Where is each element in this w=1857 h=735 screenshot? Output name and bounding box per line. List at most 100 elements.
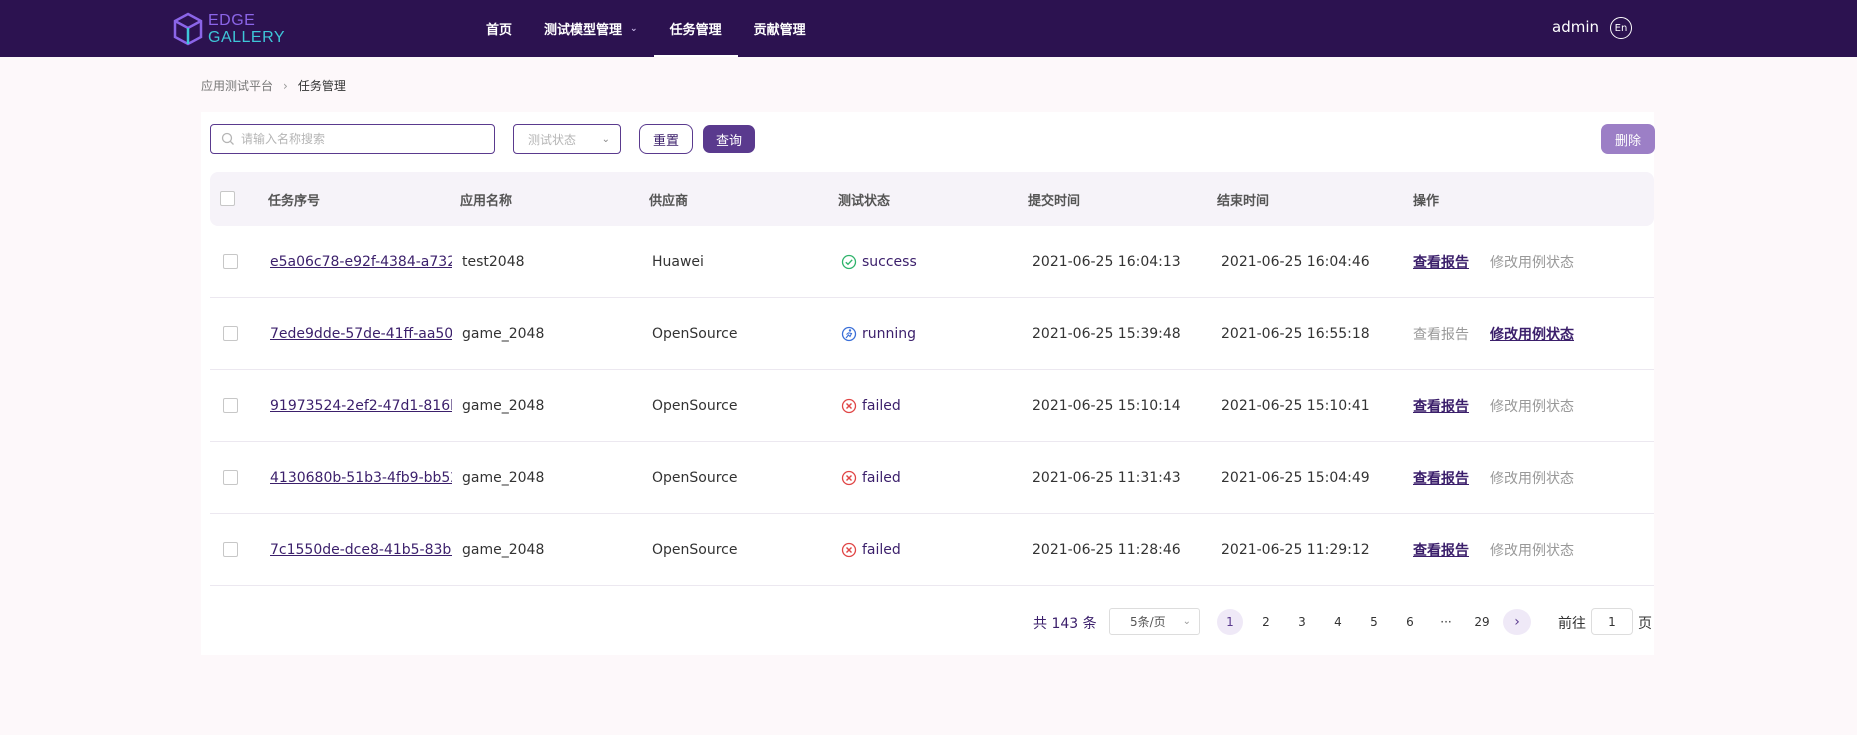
logo-text-edge: EDGE [208,12,256,29]
app-name: game_2048 [462,469,545,486]
query-button[interactable]: 查询 [703,125,755,153]
cube-logo-icon [173,12,203,46]
status-text: success [862,253,917,270]
app-name: test2048 [462,253,525,270]
view-report-link[interactable]: 查看报告 [1413,252,1469,272]
goto-prefix: 前往 [1558,616,1586,632]
task-id-link[interactable]: 4130680b-51b3-4fb9-bb52-2 [270,470,452,486]
header-app-name: 应用名称 [460,193,513,209]
logo[interactable]: EDGE GALLERY [172,11,285,47]
view-report-link: 查看报告 [1413,326,1469,343]
row-checkbox[interactable] [223,542,238,557]
end-time: 2021-06-25 15:10:41 [1221,397,1370,414]
nav-item-home[interactable]: 首页 [470,0,528,57]
breadcrumb-parent[interactable]: 应用测试平台 [201,77,273,94]
status-text: failed [862,541,901,558]
page-ellipsis[interactable]: ··· [1433,609,1459,635]
submit-time: 2021-06-25 16:04:13 [1032,253,1181,270]
view-report-link[interactable]: 查看报告 [1413,468,1469,488]
modify-case-status-link: 修改用例状态 [1490,542,1574,559]
task-id-link[interactable]: 7ede9dde-57de-41ff-aa50-23 [270,326,452,342]
task-table: 任务序号 应用名称 供应商 测试状态 提交时间 结束时间 操作 e5a06c78… [210,172,1654,586]
delete-button[interactable]: 删除 [1601,124,1655,154]
status-select-placeholder: 测试状态 [528,132,577,147]
next-page-button[interactable]: › [1503,609,1531,635]
provider: OpenSource [652,469,738,486]
status-select[interactable]: 测试状态 ⌄ [513,124,621,154]
chevron-down-icon: ⌄ [1182,616,1191,627]
goto-suffix: 页 [1638,616,1652,632]
page-number[interactable]: 6 [1397,609,1423,635]
row-checkbox[interactable] [223,326,238,341]
page-size-select[interactable]: 5条/页 ⌄ [1109,608,1200,635]
table-row: 4130680b-51b3-4fb9-bb52-2 game_2048 Open… [210,442,1654,514]
modify-case-status-link[interactable]: 修改用例状态 [1490,324,1574,344]
nav-item-label: 测试模型管理 [544,23,623,38]
nav-item-label: 任务管理 [669,23,722,38]
toolbar: 测试状态 ⌄ 重置 查询 删除 [210,124,1655,154]
header-submit-time: 提交时间 [1028,193,1081,209]
top-nav-bar: EDGE GALLERY 首页 测试模型管理 ⌄ 任务管理 贡献管理 admin … [0,0,1857,57]
status-cell: failed [841,470,901,486]
end-time: 2021-06-25 16:55:18 [1221,325,1370,342]
goto-page-input[interactable]: 1 [1591,608,1633,635]
header-end-time: 结束时间 [1217,193,1270,209]
page-number[interactable]: 2 [1253,609,1279,635]
logo-text-gallery: GALLERY [208,29,286,46]
status-text: running [862,325,917,342]
breadcrumb: 应用测试平台 › 任务管理 [201,77,346,94]
modify-case-status-link: 修改用例状态 [1490,398,1574,415]
nav-item-contribution[interactable]: 贡献管理 [738,0,822,57]
chevron-down-icon: ⌄ [630,23,638,34]
page-number[interactable]: 29 [1469,609,1495,635]
status-cell: success [841,254,917,270]
view-report-link[interactable]: 查看报告 [1413,540,1469,560]
submit-time: 2021-06-25 11:31:43 [1032,469,1181,486]
status-text: failed [862,469,901,486]
end-time: 2021-06-25 15:04:49 [1221,469,1370,486]
task-id-link[interactable]: 91973524-2ef2-47d1-816b-5 [270,398,452,414]
nav-item-task-management[interactable]: 任务管理 [653,0,738,57]
provider: OpenSource [652,397,738,414]
search-input[interactable] [241,132,481,146]
app-name: game_2048 [462,325,545,342]
nav-item-test-model[interactable]: 测试模型管理 ⌄ [528,0,654,57]
status-cell: failed [841,398,901,414]
row-checkbox[interactable] [223,398,238,413]
table-row: e5a06c78-e92f-4384-a732-4 test2048 Huawe… [210,226,1654,298]
table-row: 7ede9dde-57de-41ff-aa50-23 game_2048 Ope… [210,298,1654,370]
chevron-right-icon: › [283,78,288,93]
check-circle-icon [841,254,857,269]
running-icon [841,326,857,341]
view-report-link[interactable]: 查看报告 [1413,396,1469,416]
modify-case-status-link: 修改用例状态 [1490,254,1574,271]
app-name: game_2048 [462,397,545,414]
page-number[interactable]: 3 [1289,609,1315,635]
breadcrumb-current: 任务管理 [297,79,346,93]
select-all-checkbox[interactable] [220,191,235,206]
search-box[interactable] [210,124,495,154]
search-icon [221,132,234,145]
submit-time: 2021-06-25 11:28:46 [1032,541,1181,558]
total-count: 共 143 条 [1033,616,1097,632]
user-name[interactable]: admin [1552,18,1599,36]
end-time: 2021-06-25 16:04:46 [1221,253,1370,270]
row-checkbox[interactable] [223,470,238,485]
app-name: game_2048 [462,541,545,558]
header-task-id: 任务序号 [268,193,321,209]
error-circle-icon [841,398,857,413]
reset-button[interactable]: 重置 [639,124,693,154]
page-number[interactable]: 1 [1217,609,1243,635]
row-checkbox[interactable] [223,254,238,269]
page-number[interactable]: 5 [1361,609,1387,635]
provider: OpenSource [652,325,738,342]
language-toggle[interactable]: En [1610,17,1632,39]
chevron-down-icon: ⌄ [601,133,610,145]
task-id-link[interactable]: e5a06c78-e92f-4384-a732-4 [270,254,452,270]
task-id-link[interactable]: 7c1550de-dce8-41b5-83b3-5 [270,542,452,558]
table-row: 91973524-2ef2-47d1-816b-5 game_2048 Open… [210,370,1654,442]
page-number[interactable]: 4 [1325,609,1351,635]
error-circle-icon [841,542,857,557]
main-nav: 首页 测试模型管理 ⌄ 任务管理 贡献管理 [470,0,822,57]
provider: Huawei [652,253,704,270]
